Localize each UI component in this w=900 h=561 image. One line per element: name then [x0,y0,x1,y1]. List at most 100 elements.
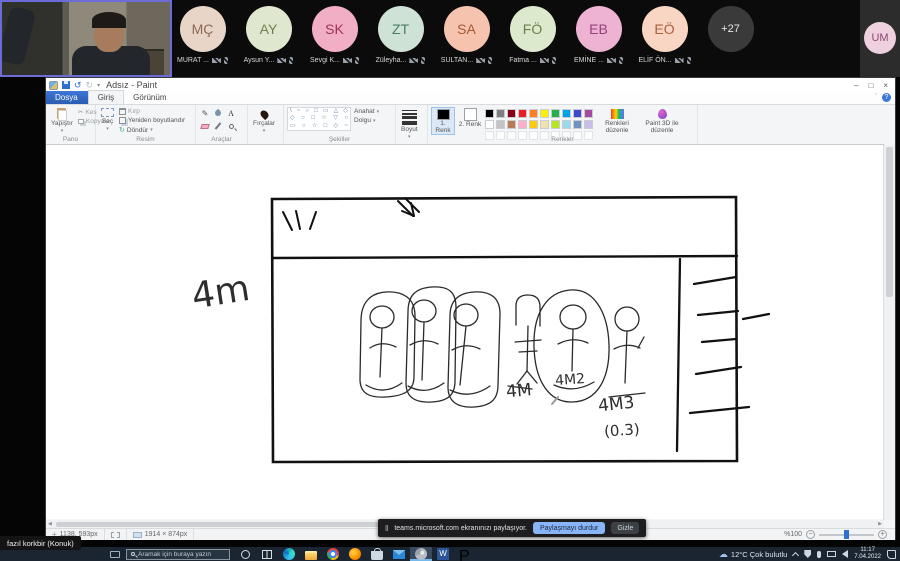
redo-icon[interactable]: ↻ [86,81,94,90]
palette-color-swatch[interactable] [573,109,582,118]
crop-button[interactable]: Kırp [119,108,185,115]
shapes-gallery[interactable]: \~○□▭△◇◇○□☆▽○▭○☆□◇~ [287,107,351,131]
palette-color-swatch[interactable] [507,109,516,118]
palette-color-swatch[interactable] [551,120,560,129]
tray-chevron-up-icon[interactable] [792,551,799,558]
firefox-taskbar-button[interactable] [344,547,366,561]
tab-home[interactable]: Giriş [88,90,124,104]
fill-tool[interactable] [212,107,224,119]
clock[interactable]: 11:17 7.04.2022 [854,547,881,561]
resize-button[interactable]: Yeniden boyutlandır [119,117,185,124]
shape-glyph[interactable]: ○ [302,123,306,130]
scroll-left-arrow-icon[interactable]: ◀ [46,521,54,527]
participant-tile[interactable]: EÖELİF ÖN... [638,6,691,64]
avatar[interactable]: +27 [708,6,754,52]
paint-app-icon[interactable] [49,81,58,90]
powerpoint-taskbar-button[interactable]: P [454,547,476,561]
tab-view[interactable]: Görünüm [124,91,175,104]
palette-color-swatch[interactable] [540,109,549,118]
palette-color-swatch[interactable] [507,120,516,129]
palette-color-swatch[interactable] [540,120,549,129]
palette-color-swatch[interactable] [584,109,593,118]
participant-tile[interactable]: EBEMİNE ... [572,6,625,64]
cortana-taskbar-button[interactable] [234,547,256,561]
palette-color-swatch[interactable] [518,120,527,129]
paint-titlebar[interactable]: ↺ ↻ ▾ Adsız - Paint – □ × [46,78,895,92]
participant-tile[interactable]: MÇMURAT ... [176,6,229,64]
size-button[interactable]: Boyut ▾ [399,107,420,135]
paint-taskbar-button[interactable] [410,547,432,561]
outline-button[interactable]: Anahat▾ [354,108,379,115]
shape-glyph[interactable]: △ [334,108,339,115]
shape-glyph[interactable]: □ [324,123,328,130]
palette-color-swatch[interactable] [584,120,593,129]
participant-tile[interactable]: FÖFatma ... [506,6,559,64]
avatar[interactable]: AY [246,6,292,52]
file-explorer-taskbar-button[interactable] [300,547,322,561]
chrome-taskbar-button[interactable] [322,547,344,561]
paint3d-button[interactable]: Paint 3D ile düzenle [640,107,684,135]
webcam-video[interactable] [0,0,172,77]
edit-colors-button[interactable]: Renkleri düzenle [597,107,637,135]
mail-taskbar-button[interactable] [388,547,410,561]
tab-file[interactable]: Dosya [46,91,88,104]
shape-glyph[interactable]: □ [314,108,318,115]
edge-taskbar-button[interactable] [278,547,300,561]
shape-glyph[interactable]: ▽ [333,115,338,122]
zoom-slider-thumb[interactable] [844,530,849,539]
shape-glyph[interactable]: ~ [297,108,301,115]
ribbon-collapse-icon[interactable]: ˆ [875,94,877,101]
avatar[interactable]: EÖ [642,6,688,52]
avatar[interactable]: FÖ [510,6,556,52]
color1-button[interactable]: 1. Renk [431,107,455,135]
participant-tile[interactable]: AYAysun Y... [242,6,295,64]
scroll-right-arrow-icon[interactable]: ▶ [876,521,884,527]
shape-glyph[interactable]: □ [311,115,315,122]
touch-keyboard-icon[interactable] [110,551,120,558]
avatar[interactable]: SK [312,6,358,52]
stop-sharing-button[interactable]: Paylaşmayı durdur [533,522,605,534]
undo-icon[interactable]: ↺ [74,81,82,90]
zoom-out-button[interactable]: − [806,530,815,539]
store-taskbar-button[interactable] [366,547,388,561]
help-icon[interactable]: ? [882,93,891,102]
select-button[interactable]: Seç ▾ [99,107,116,135]
text-tool[interactable]: A [225,107,237,119]
task-view-taskbar-button[interactable] [256,547,278,561]
palette-color-swatch[interactable] [551,109,560,118]
color-picker-tool[interactable] [212,120,224,132]
shape-glyph[interactable]: ○ [301,115,305,122]
palette-color-swatch[interactable] [562,109,571,118]
volume-icon[interactable] [842,550,848,558]
palette-color-swatch[interactable] [485,109,494,118]
shape-glyph[interactable]: ▭ [290,123,296,130]
vertical-scrollbar[interactable] [883,145,895,520]
palette-color-swatch[interactable] [562,120,571,129]
shape-glyph[interactable]: ○ [305,108,309,115]
zoom-slider[interactable] [819,534,874,536]
security-shield-icon[interactable] [804,550,811,558]
minimize-button[interactable]: – [854,81,858,90]
action-center-icon[interactable] [887,550,896,559]
hide-share-bar-button[interactable]: Gizle [611,522,639,534]
color2-button[interactable]: 2. Renk [458,107,482,135]
eraser-tool[interactable] [199,120,211,132]
avatar[interactable]: ZT [378,6,424,52]
brushes-button[interactable]: Fırçalar ▾ [251,107,277,135]
palette-color-swatch[interactable] [529,120,538,129]
shape-glyph[interactable]: ☆ [312,123,317,130]
avatar[interactable]: EB [576,6,622,52]
participant-tile[interactable]: SASULTAN... [440,6,493,64]
pencil-tool[interactable]: ✎ [199,107,211,119]
avatar[interactable]: SA [444,6,490,52]
maximize-button[interactable]: □ [868,81,873,90]
palette-color-swatch[interactable] [573,120,582,129]
shape-glyph[interactable]: ◇ [290,115,295,122]
qat-dropdown-icon[interactable]: ▾ [97,82,100,89]
palette-color-swatch[interactable] [529,109,538,118]
participant-tile[interactable]: ZTZüleyha... [374,6,427,64]
magnifier-tool[interactable] [225,120,237,132]
rotate-button[interactable]: ↻Döndür▾ [119,126,185,134]
overflow-participants-tile[interactable]: +27 [704,6,757,64]
palette-color-swatch[interactable] [518,109,527,118]
